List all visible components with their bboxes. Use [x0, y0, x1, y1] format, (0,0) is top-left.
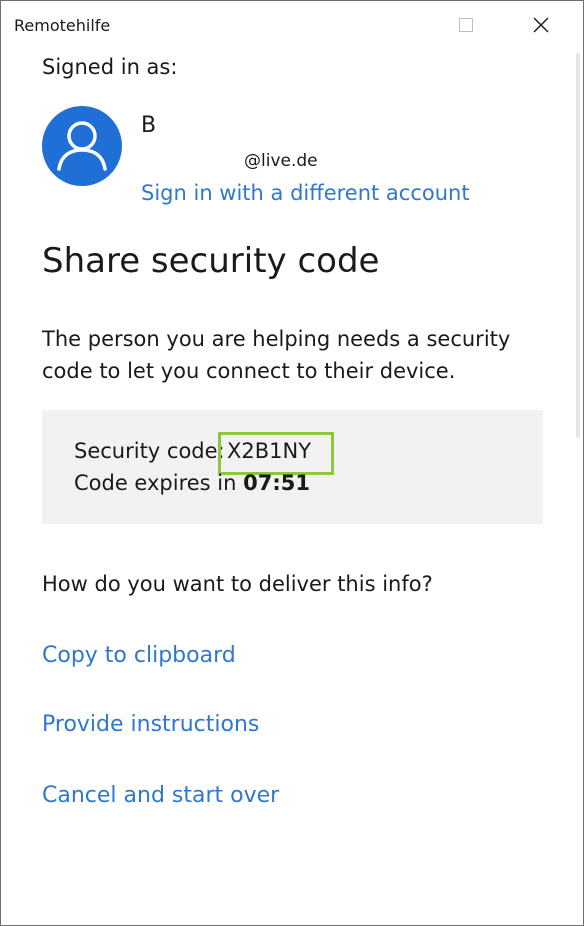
- signed-in-label: Signed in as:: [42, 55, 178, 79]
- user-icon: [57, 121, 107, 171]
- sign-in-different-account-link[interactable]: Sign in with a different account: [141, 181, 470, 205]
- avatar: [42, 106, 122, 186]
- minimize-button[interactable]: [368, 1, 414, 49]
- title-bar[interactable]: Remotehilfe: [1, 1, 583, 49]
- provide-instructions-link[interactable]: Provide instructions: [42, 712, 259, 737]
- close-icon: [533, 17, 549, 33]
- account-name: B: [141, 113, 157, 138]
- description-text: The person you are helping needs a secur…: [42, 327, 511, 383]
- close-button[interactable]: [518, 1, 564, 49]
- maximize-icon: [459, 18, 473, 32]
- page-title: Share security code: [42, 241, 380, 281]
- security-code-label: Security code:: [74, 439, 225, 463]
- cancel-and-start-over-link[interactable]: Cancel and start over: [42, 783, 279, 808]
- remote-assistance-window: Remotehilfe Signed in as: B @live.de Sig: [0, 0, 584, 926]
- delivery-question: How do you want to deliver this info?: [42, 572, 433, 596]
- maximize-button: [443, 1, 489, 49]
- minimize-icon: [386, 24, 396, 26]
- scrollbar-thumb[interactable]: [576, 53, 580, 438]
- window-title: Remotehilfe: [14, 16, 111, 35]
- expires-time: 07:51: [243, 471, 310, 495]
- expires-label: Code expires in: [74, 471, 237, 495]
- account-email: @live.de: [244, 151, 318, 171]
- security-code-value[interactable]: X2B1NY: [227, 439, 311, 463]
- copy-to-clipboard-link[interactable]: Copy to clipboard: [42, 643, 236, 668]
- code-expiry: Code expires in 07:51: [74, 471, 310, 495]
